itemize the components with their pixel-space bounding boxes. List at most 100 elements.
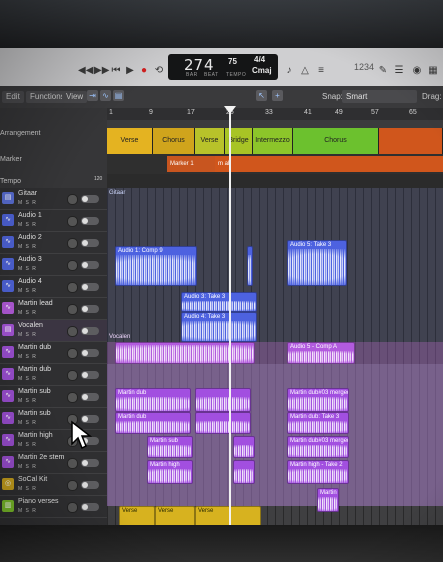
audio-region[interactable]: [247, 246, 253, 286]
volume-knob[interactable]: [67, 370, 78, 381]
arrangement-marker[interactable]: Verse: [107, 128, 153, 154]
audio-region[interactable]: Martin dub: [115, 388, 191, 412]
tuner-icon[interactable]: ♪: [284, 64, 294, 78]
list-icon[interactable]: ☰: [394, 64, 404, 78]
track-header[interactable]: ∿ Martin dub M S R: [0, 342, 107, 364]
edit-menu[interactable]: Edit: [2, 91, 24, 103]
track-on-off-toggle[interactable]: [81, 217, 99, 225]
volume-knob[interactable]: [67, 194, 78, 205]
audio-region[interactable]: [115, 342, 255, 364]
track-name[interactable]: Piano verses: [18, 498, 58, 505]
arrangement-marker[interactable]: [379, 128, 443, 154]
track-header[interactable]: ▤ Vocalen M S R: [0, 320, 107, 342]
play-icon[interactable]: ▶: [124, 64, 136, 78]
track-name[interactable]: Martin 2e stem: [18, 454, 64, 461]
audio-region[interactable]: [233, 436, 255, 458]
volume-knob[interactable]: [67, 282, 78, 293]
volume-knob[interactable]: [67, 238, 78, 249]
track-header[interactable]: ◎ SoCal Kit M S R: [0, 474, 107, 496]
rewind-icon[interactable]: ◀◀: [78, 64, 93, 78]
audio-region[interactable]: Audio 5 - Comp A: [287, 342, 355, 364]
audio-region[interactable]: Audio 3: Take 3: [181, 292, 257, 312]
arrangement-marker[interactable]: Chorus: [153, 128, 195, 154]
track-name[interactable]: Martin high: [18, 432, 53, 439]
track-on-off-toggle[interactable]: [81, 393, 99, 401]
pointer-tool-icon[interactable]: ↖: [256, 90, 267, 101]
track-name[interactable]: Martin sub: [18, 410, 51, 417]
track-name[interactable]: Martin dub: [18, 344, 51, 351]
track-name[interactable]: Audio 2: [18, 234, 42, 241]
playhead-handle-icon[interactable]: [224, 106, 236, 114]
audio-region[interactable]: Martin dub#03 merged: [287, 436, 349, 458]
audio-region[interactable]: Martin: [317, 488, 339, 512]
track-header[interactable]: ∿ Martin lead M S R: [0, 298, 107, 320]
track-header[interactable]: ∿ Audio 1 M S R: [0, 210, 107, 232]
playhead[interactable]: [229, 108, 231, 528]
audio-region[interactable]: [195, 412, 251, 434]
mute-solo-record-buttons[interactable]: M S R: [18, 420, 37, 426]
mute-solo-record-buttons[interactable]: M S R: [18, 288, 37, 294]
track-name[interactable]: Martin lead: [18, 300, 53, 307]
volume-knob[interactable]: [67, 304, 78, 315]
track-header[interactable]: ∿ Audio 3 M S R: [0, 254, 107, 276]
track-name[interactable]: Audio 4: [18, 278, 42, 285]
mute-solo-record-buttons[interactable]: M S R: [18, 486, 37, 492]
key-signature[interactable]: Cmaj: [252, 66, 272, 75]
flex-icon[interactable]: ∿: [100, 90, 111, 101]
audio-region[interactable]: Martin high - Take 2: [287, 460, 349, 484]
browser-icon[interactable]: ▦: [428, 64, 438, 78]
track-header[interactable]: ▤ Gitaar M S R: [0, 188, 107, 210]
track-name[interactable]: Martin dub: [18, 366, 51, 373]
volume-knob[interactable]: [67, 348, 78, 359]
track-on-off-toggle[interactable]: [81, 371, 99, 379]
track-header[interactable]: ∿ Martin 2e stem M S R: [0, 452, 107, 474]
audio-region[interactable]: [233, 460, 255, 484]
track-on-off-toggle[interactable]: [81, 459, 99, 467]
tempo-lane[interactable]: [107, 174, 443, 189]
arrangement-marker[interactable]: Chorus: [293, 128, 379, 154]
volume-knob[interactable]: [67, 216, 78, 227]
audio-region[interactable]: Audio 5: Take 3: [287, 240, 347, 286]
mute-solo-record-buttons[interactable]: M S R: [18, 354, 37, 360]
volume-knob[interactable]: [67, 392, 78, 403]
track-on-off-toggle[interactable]: [81, 327, 99, 335]
mute-solo-record-buttons[interactable]: M S R: [18, 310, 37, 316]
snap-grid-icon[interactable]: ▤: [113, 90, 124, 101]
track-name[interactable]: Martin sub: [18, 388, 51, 395]
track-on-off-toggle[interactable]: [81, 261, 99, 269]
pencil-tool-icon[interactable]: +: [272, 90, 283, 101]
track-name[interactable]: SoCal Kit: [18, 476, 47, 483]
volume-knob[interactable]: [67, 260, 78, 271]
track-name[interactable]: Gitaar: [18, 190, 37, 197]
cycle-icon[interactable]: ⟲: [153, 64, 165, 78]
arrangement-marker[interactable]: Verse: [195, 128, 225, 154]
time-signature[interactable]: 4/4: [254, 55, 265, 64]
metronome-icon[interactable]: △: [300, 64, 310, 78]
audio-region[interactable]: Martin dub: [115, 412, 191, 434]
track-header[interactable]: ∿ Martin sub M S R: [0, 386, 107, 408]
track-header[interactable]: ∿ Audio 2 M S R: [0, 232, 107, 254]
track-on-off-toggle[interactable]: [81, 349, 99, 357]
marker-region[interactable]: Marker 1: [167, 156, 215, 172]
track-header[interactable]: ∿ Audio 4 M S R: [0, 276, 107, 298]
catch-icon[interactable]: ⇥: [87, 90, 98, 101]
tempo-value[interactable]: 75: [228, 57, 237, 66]
audio-region[interactable]: Martin high: [147, 460, 193, 484]
audio-region[interactable]: Martin sub: [147, 436, 193, 458]
track-on-off-toggle[interactable]: [81, 239, 99, 247]
track-on-off-toggle[interactable]: [81, 195, 99, 203]
track-header[interactable]: ▥ Piano verses M S R: [0, 496, 107, 518]
track-on-off-toggle[interactable]: [81, 283, 99, 291]
mute-solo-record-buttons[interactable]: M S R: [18, 508, 37, 514]
volume-knob[interactable]: [67, 480, 78, 491]
view-menu[interactable]: View: [62, 91, 88, 103]
audio-region[interactable]: Martin dub: Take 3: [287, 412, 349, 434]
track-name[interactable]: Audio 3: [18, 256, 42, 263]
fast-forward-icon[interactable]: ▶▶: [94, 64, 109, 78]
mute-solo-record-buttons[interactable]: M S R: [18, 464, 37, 470]
count-in-icon[interactable]: ≡: [316, 64, 326, 78]
arrangement-marker[interactable]: Intermezzo: [253, 128, 293, 154]
loop-browser-icon[interactable]: ◉: [412, 64, 422, 78]
go-to-start-icon[interactable]: ⏮: [110, 64, 122, 78]
mute-solo-record-buttons[interactable]: M S R: [18, 222, 37, 228]
